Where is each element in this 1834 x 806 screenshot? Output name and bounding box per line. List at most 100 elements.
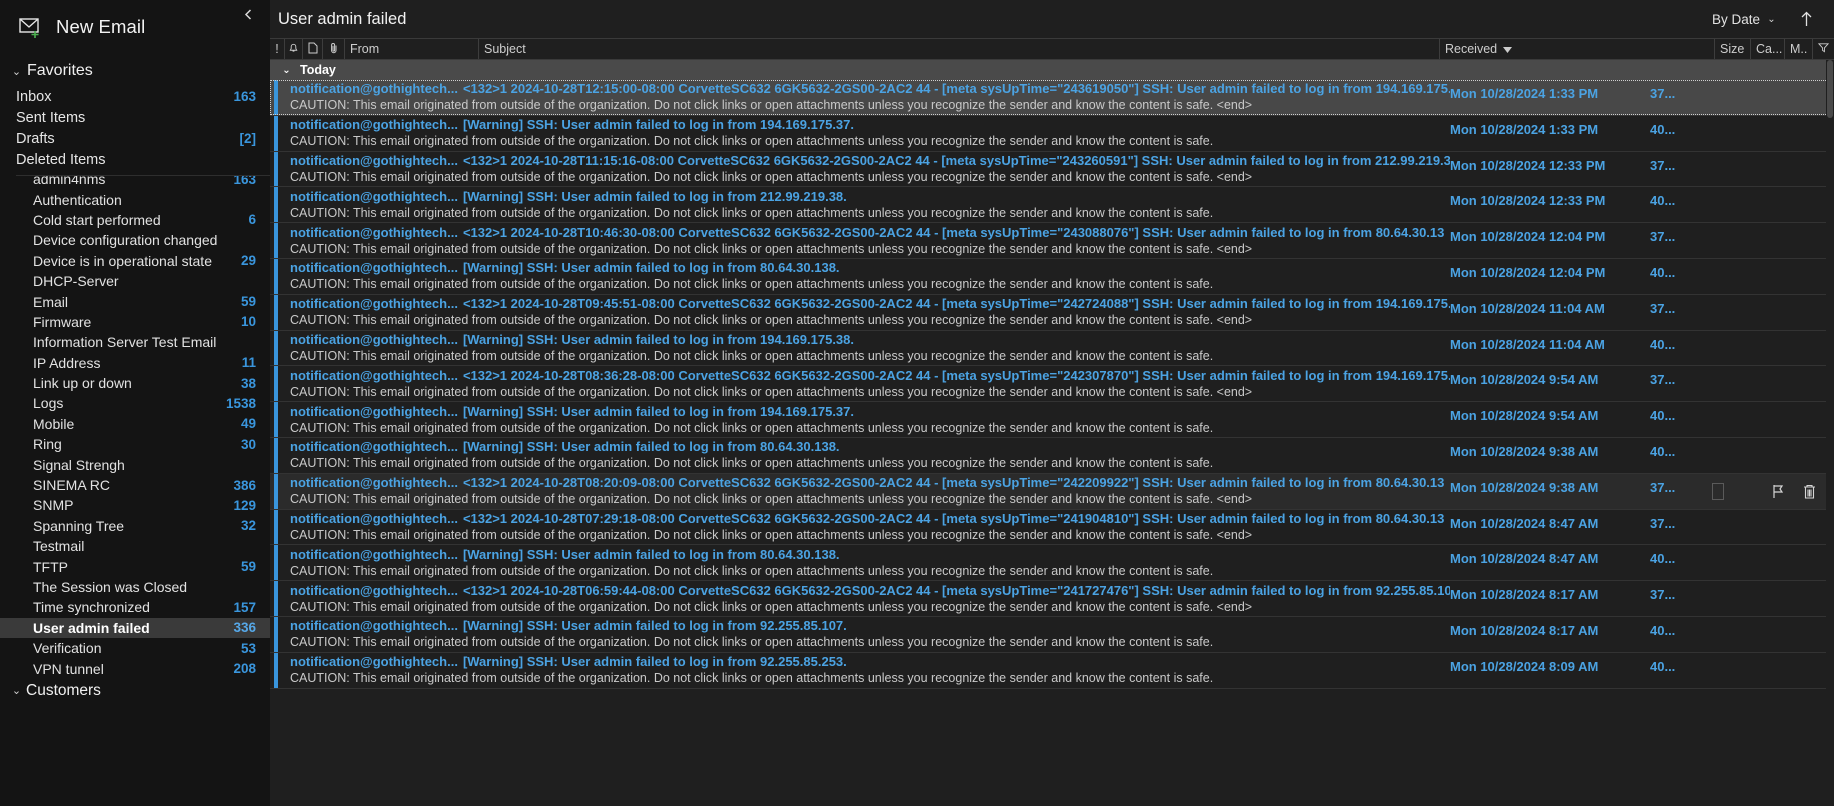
table-row[interactable]: notification@gothightech... <132>1 2024-1… <box>270 581 1834 617</box>
message-headline: notification@gothightech... <132>1 2024-1… <box>290 368 1450 384</box>
table-row[interactable]: notification@gothightech... [Warning] SSH… <box>270 115 1834 152</box>
column-mentions[interactable]: M.. <box>1784 39 1812 59</box>
day-group-label: Today <box>300 63 336 77</box>
sidebar-item-ip-address[interactable]: IP Address 11 <box>0 353 270 373</box>
sidebar-item-admin4nms[interactable]: admin4nms 163 <box>0 176 270 189</box>
sidebar-item-link-up-or-down[interactable]: Link up or down 38 <box>0 373 270 393</box>
category-chip[interactable] <box>1712 482 1724 500</box>
sidebar-item-authentication[interactable]: Authentication <box>0 189 270 209</box>
sidebar-item-sinema-rc[interactable]: SINEMA RC 386 <box>0 475 270 495</box>
column-received[interactable]: Received <box>1439 39 1714 59</box>
sidebar-item-ring[interactable]: Ring 30 <box>0 434 270 454</box>
table-row[interactable]: notification@gothightech... [Warning] SSH… <box>270 437 1834 474</box>
column-item-type[interactable] <box>302 39 322 59</box>
customers-group-header[interactable]: ⌄ Customers <box>0 679 270 702</box>
collapse-sidebar-icon[interactable] <box>236 2 260 26</box>
table-row[interactable]: notification@gothightech... [Warning] SSH… <box>270 652 1834 689</box>
sidebar-item-cold-start-performed[interactable]: Cold start performed 6 <box>0 210 270 230</box>
message-headline: notification@gothightech... <132>1 2024-1… <box>290 475 1450 491</box>
column-from[interactable]: From <box>344 39 478 59</box>
table-row[interactable]: notification@gothightech... <132>1 2024-1… <box>270 509 1834 546</box>
table-row[interactable]: notification@gothightech... <132>1 2024-1… <box>270 223 1834 259</box>
list-scrollbar-thumb[interactable] <box>1827 60 1833 118</box>
sidebar-item-testmail[interactable]: Testmail <box>0 536 270 556</box>
sort-by-dropdown[interactable]: By Date ⌄ <box>1712 12 1792 27</box>
day-group-header-today[interactable]: ⌄ Today <box>270 60 1834 80</box>
message-subject: <132>1 2024-10-28T08:36:28-08:00 Corvett… <box>462 367 1450 383</box>
table-row[interactable]: notification@gothightech... [Warning] SSH… <box>270 187 1834 224</box>
column-filter[interactable] <box>1812 39 1834 59</box>
favorite-item-drafts[interactable]: Drafts [2] <box>0 128 270 149</box>
sidebar-item-device-configuration-changed[interactable]: Device configuration changed <box>0 230 270 250</box>
list-scrollbar[interactable] <box>1826 60 1834 806</box>
message-row-actions <box>1708 331 1834 366</box>
column-subject[interactable]: Subject <box>478 39 1439 59</box>
sidebar-item-email[interactable]: Email 59 <box>0 291 270 311</box>
message-preview: CAUTION: This email originated from outs… <box>290 456 1214 471</box>
message-body: notification@gothightech... <132>1 2024-1… <box>278 366 1450 401</box>
trash-icon[interactable] <box>1801 483 1818 500</box>
sidebar-item-count: 49 <box>240 416 256 432</box>
sort-direction-button[interactable] <box>1792 11 1834 27</box>
sidebar-item-time-synchronized[interactable]: Time synchronized 157 <box>0 597 270 617</box>
message-body: notification@gothightech... <132>1 2024-1… <box>278 510 1450 545</box>
column-reminder[interactable] <box>284 39 302 59</box>
folder-scroll-area[interactable]: admin4nms 163 Authentication Cold start per… <box>0 176 270 806</box>
favorites-list: Inbox 163 Sent Items Drafts [2] Deleted Items <box>0 86 270 170</box>
message-body: notification@gothightech... [Warning] SSH… <box>278 617 1450 652</box>
favorites-group-header[interactable]: ⌄ Favorites <box>0 54 270 86</box>
sidebar-item-vpn-tunnel[interactable]: VPN tunnel 208 <box>0 658 270 678</box>
sidebar-item-mobile[interactable]: Mobile 49 <box>0 414 270 434</box>
email-client-window: New Email ⌄ Favorites Inbox 163 Sent Items… <box>0 0 1834 806</box>
sidebar-item-information-server-test-email[interactable]: Information Server Test Email <box>0 332 270 352</box>
column-size[interactable]: Size <box>1714 39 1750 59</box>
table-row[interactable]: notification@gothightech... [Warning] SSH… <box>270 402 1834 438</box>
sidebar-item-signal-strengh[interactable]: Signal Strengh <box>0 454 270 474</box>
message-body: notification@gothightech... <132>1 2024-1… <box>278 474 1450 509</box>
favorite-item-inbox[interactable]: Inbox 163 <box>0 86 270 107</box>
message-list[interactable]: ⌄ Today notification@gothightech... <132>… <box>270 60 1834 806</box>
message-row-actions <box>1708 510 1834 545</box>
flag-icon[interactable] <box>1770 483 1787 500</box>
new-email-button[interactable]: New Email <box>0 0 270 54</box>
table-row[interactable]: notification@gothightech... [Warning] SSH… <box>270 258 1834 295</box>
sidebar-item-label: Email <box>33 293 69 310</box>
message-size: 40... <box>1650 408 1676 424</box>
sidebar-item-label: Firmware <box>33 313 92 330</box>
message-body: notification@gothightech... [Warning] SSH… <box>278 545 1450 580</box>
sidebar-item-user-admin-failed[interactable]: User admin failed 336 <box>0 617 270 638</box>
sidebar-item-firmware[interactable]: Firmware 10 <box>0 312 270 332</box>
message-row-actions <box>1708 438 1834 473</box>
sidebar-item-device-is-in-operational-state[interactable]: Device is in operational state 29 <box>0 251 270 271</box>
message-from: notification@gothightech... <box>290 331 458 347</box>
column-importance[interactable]: ! <box>270 39 284 59</box>
message-preview: CAUTION: This email originated from outs… <box>290 563 1214 578</box>
message-headline: notification@gothightech... [Warning] SSH… <box>290 404 1450 420</box>
sidebar-item-the-session-was-closed[interactable]: The Session was Closed <box>0 577 270 597</box>
column-received-label: Received <box>1445 42 1498 56</box>
sidebar-item-count: 30 <box>240 436 256 452</box>
favorite-item-count: [2] <box>239 131 257 146</box>
sidebar-item-label: DHCP-Server <box>33 273 119 290</box>
table-row[interactable]: notification@gothightech... [Warning] SSH… <box>270 545 1834 582</box>
table-row[interactable]: notification@gothightech... [Warning] SSH… <box>270 330 1834 367</box>
sidebar-item-snmp[interactable]: SNMP 129 <box>0 495 270 515</box>
table-row[interactable]: notification@gothightech... <132>1 2024-1… <box>270 366 1834 403</box>
table-row[interactable]: notification@gothightech... <132>1 2024-1… <box>270 294 1834 331</box>
sidebar-item-logs[interactable]: Logs 1538 <box>0 393 270 413</box>
sidebar-item-verification[interactable]: Verification 53 <box>0 638 270 658</box>
sidebar-item-dhcp-server[interactable]: DHCP-Server <box>0 271 270 291</box>
message-size: 37... <box>1650 229 1676 245</box>
column-categories[interactable]: Ca... <box>1750 39 1784 59</box>
table-row[interactable]: notification@gothightech... <132>1 2024-1… <box>270 473 1834 510</box>
column-attachment[interactable] <box>322 39 344 59</box>
table-row[interactable]: notification@gothightech... <132>1 2024-1… <box>270 151 1834 188</box>
favorite-item-deleted-items[interactable]: Deleted Items <box>0 149 270 170</box>
sidebar-item-label: TFTP <box>33 558 68 575</box>
sidebar-item-tftp[interactable]: TFTP 59 <box>0 556 270 576</box>
sidebar-item-spanning-tree[interactable]: Spanning Tree 32 <box>0 516 270 536</box>
message-received: Mon 10/28/2024 12:33 PM <box>1450 157 1606 173</box>
favorite-item-sent-items[interactable]: Sent Items <box>0 107 270 128</box>
table-row[interactable]: notification@gothightech... [Warning] SSH… <box>270 616 1834 653</box>
table-row[interactable]: notification@gothightech... <132>1 2024-1… <box>270 80 1834 116</box>
